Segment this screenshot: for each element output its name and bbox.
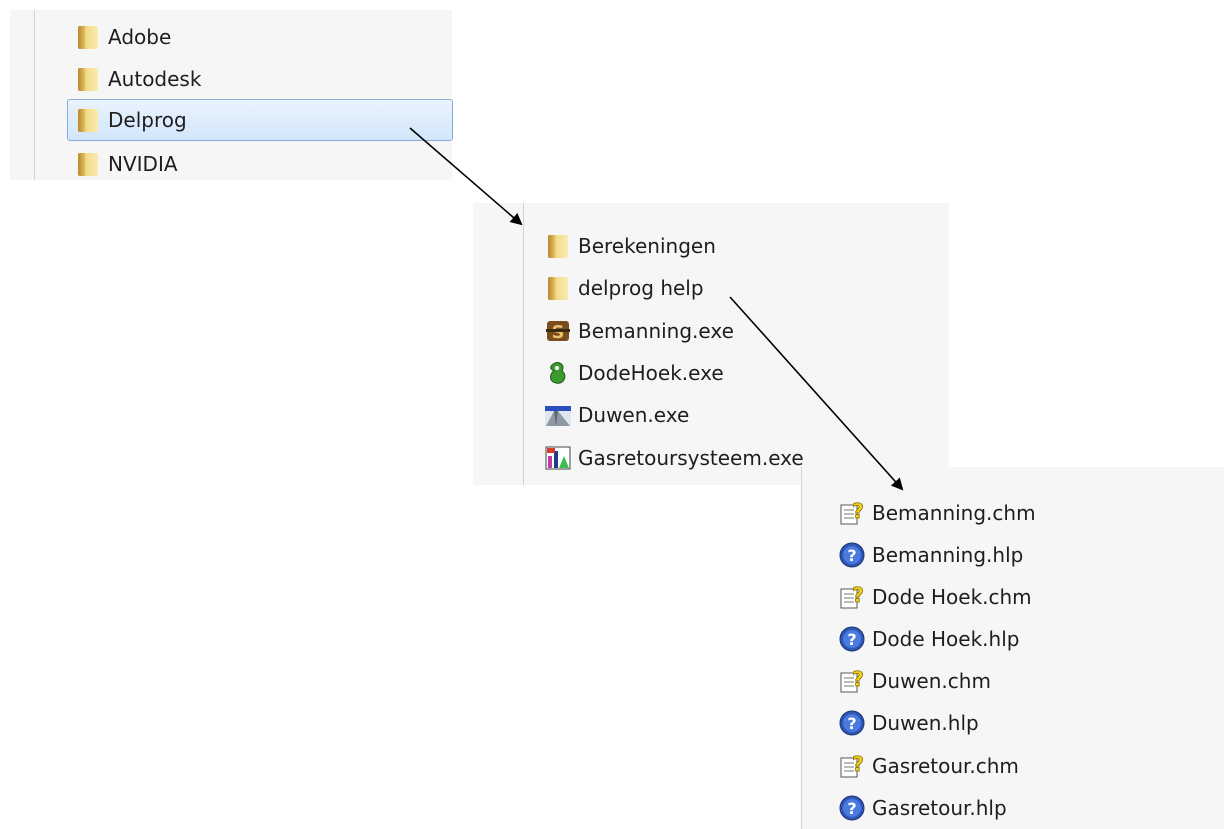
- connector-arrows: [409, 127, 904, 491]
- arrow-delprog-to-contents: [409, 127, 523, 226]
- arrow-help-to-contents: [729, 296, 904, 491]
